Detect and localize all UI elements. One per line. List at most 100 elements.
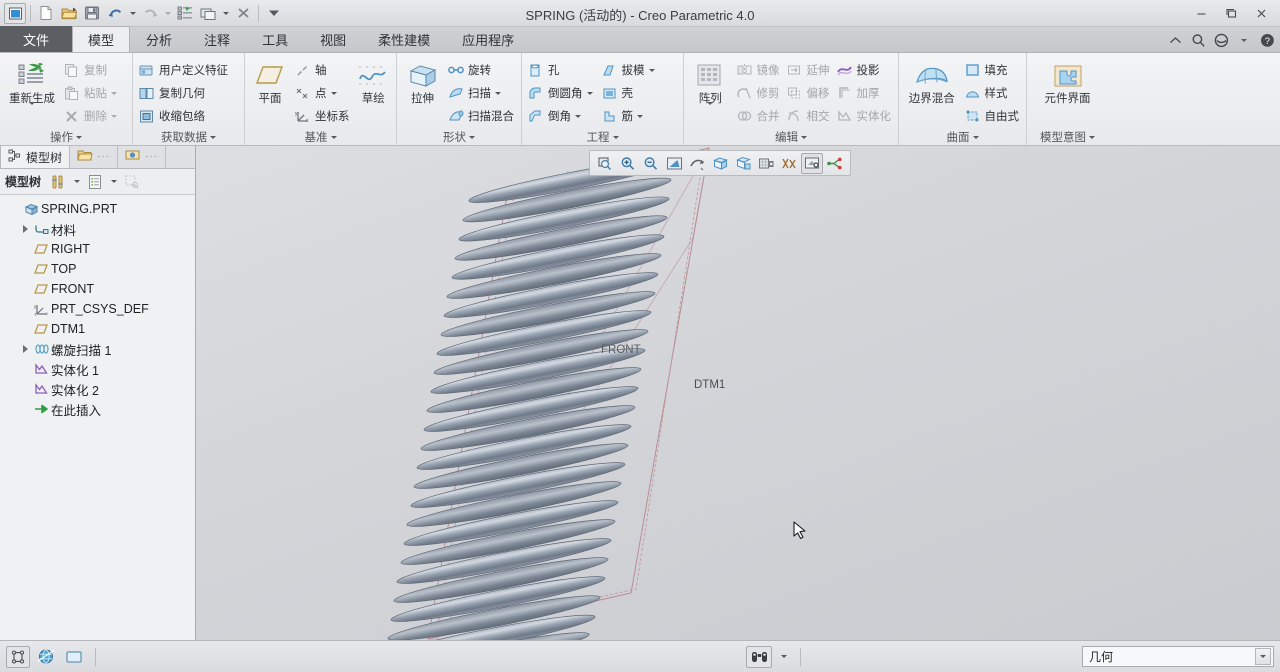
refresh-dropdown-icon[interactable]	[1235, 31, 1253, 49]
nav-tab-model-tree[interactable]: 模型树	[0, 145, 71, 168]
tree-settings-icon[interactable]	[85, 172, 105, 192]
trim-button[interactable]: 修剪	[734, 82, 784, 104]
datum-group-label[interactable]: 基准	[248, 129, 393, 145]
tab-file[interactable]: 文件	[0, 26, 73, 52]
sketch-button[interactable]: 草绘	[354, 58, 393, 105]
tree-item-dtm1[interactable]: DTM1	[4, 319, 195, 339]
tree-item-solidify-1[interactable]: 实体化 1	[4, 359, 195, 379]
tab-flexible-modeling[interactable]: 柔性建模	[362, 26, 446, 52]
sweep-button[interactable]: 扫描	[445, 82, 518, 104]
axis-button[interactable]: 轴	[292, 59, 354, 81]
style-button[interactable]: 样式	[962, 82, 1024, 104]
regenerate-dropdown-icon[interactable]	[29, 102, 35, 119]
paste-button[interactable]: 粘贴	[61, 82, 121, 104]
globe-icon[interactable]	[34, 646, 58, 668]
refit-icon[interactable]	[594, 153, 616, 174]
redo-dropdown-icon[interactable]	[162, 3, 173, 24]
chevron-down-icon[interactable]	[1255, 648, 1271, 665]
chamfer-button[interactable]: 倒角	[525, 105, 597, 127]
selection-filter-icon[interactable]	[6, 645, 30, 668]
model-intent-group-label[interactable]: 模型意图	[1030, 129, 1105, 145]
component-interface-button[interactable]: 元件界面	[1035, 58, 1101, 105]
nav-tab-folder-browser[interactable]: ···	[70, 145, 119, 168]
project-button[interactable]: 投影	[834, 59, 896, 81]
tree-item-front[interactable]: FRONT	[4, 279, 195, 299]
csys-button[interactable]: yx 坐标系	[292, 105, 354, 127]
new-file-icon[interactable]	[35, 3, 57, 24]
search-dropdown-icon[interactable]	[776, 646, 791, 668]
tab-applications[interactable]: 应用程序	[446, 26, 530, 52]
datum-plane-button[interactable]: 平面	[248, 58, 292, 105]
paste-dropdown-icon[interactable]	[111, 91, 117, 95]
scene-appearance-icon[interactable]	[755, 153, 777, 174]
binoculars-icon[interactable]	[746, 645, 772, 668]
display-style-icon[interactable]	[709, 153, 731, 174]
offset-button[interactable]: 偏移	[784, 82, 834, 104]
delete-dropdown-icon[interactable]	[111, 114, 117, 118]
point-dropdown-icon[interactable]	[330, 91, 337, 95]
engineering-group-label[interactable]: 工程	[525, 129, 680, 145]
tree-expander-material[interactable]	[18, 225, 32, 233]
round-button[interactable]: 倒圆角	[525, 82, 597, 104]
udf-button[interactable]: 用户定义特征	[136, 59, 232, 81]
app-menu-icon[interactable]	[4, 2, 26, 24]
window-icon[interactable]	[62, 646, 86, 668]
selection-filter-combo[interactable]: 几何	[1082, 646, 1274, 667]
graphics-window[interactable]: FRONT DTM1 RIGHT PRT_CSYS_DEF X Y Z	[196, 146, 1280, 654]
solidify-button[interactable]: 实体化	[834, 105, 896, 127]
open-folder-icon[interactable]	[58, 3, 80, 24]
surfaces-group-label[interactable]: 曲面	[902, 129, 1023, 145]
editing-group-label[interactable]: 编辑	[687, 129, 895, 145]
fill-button[interactable]: 填充	[962, 59, 1024, 81]
zoom-in-icon[interactable]	[617, 153, 639, 174]
boundary-blend-button[interactable]: 边界混合	[902, 58, 962, 105]
draft-dropdown-icon[interactable]	[648, 68, 655, 72]
round-dropdown-icon[interactable]	[586, 91, 593, 95]
tree-expander-helical[interactable]	[18, 345, 32, 353]
freestyle-button[interactable]: 自由式	[962, 105, 1024, 127]
saved-orientations-icon[interactable]	[686, 153, 708, 174]
rib-dropdown-icon[interactable]	[637, 114, 643, 118]
regenerate-icon[interactable]	[174, 3, 196, 24]
tab-tools[interactable]: 工具	[246, 26, 304, 52]
tree-item-material[interactable]: 材料	[4, 219, 195, 239]
get-data-group-label[interactable]: 获取数据	[136, 129, 241, 145]
mirror-button[interactable]: 镜像	[734, 59, 784, 81]
close-window-icon[interactable]	[232, 3, 254, 24]
tree-item-top[interactable]: TOP	[4, 259, 195, 279]
save-icon[interactable]	[81, 3, 103, 24]
repaint-icon[interactable]	[663, 153, 685, 174]
datum-display-icon[interactable]	[732, 153, 754, 174]
tree-item-right[interactable]: RIGHT	[4, 239, 195, 259]
sweep-dropdown-icon[interactable]	[495, 91, 501, 95]
rib-button[interactable]: 筋	[599, 105, 659, 127]
tree-item-solidify-2[interactable]: 实体化 2	[4, 379, 195, 399]
hole-button[interactable]: 孔	[525, 59, 597, 81]
pattern-dropdown-icon[interactable]	[707, 102, 714, 119]
copy-button[interactable]: 复制	[61, 59, 121, 81]
tree-display-icon[interactable]	[122, 172, 142, 192]
zoom-out-icon[interactable]	[640, 153, 662, 174]
tree-filters-dropdown-icon[interactable]	[71, 172, 82, 192]
minimize-button[interactable]	[1186, 3, 1216, 25]
tab-view[interactable]: 视图	[304, 26, 362, 52]
tree-item-prt-csys-def[interactable]: yxz PRT_CSYS_DEF	[4, 299, 195, 319]
nav-tab-favorites[interactable]: ···	[118, 145, 167, 168]
shapes-group-label[interactable]: 形状	[400, 129, 518, 145]
delete-button[interactable]: 删除	[61, 105, 121, 127]
tree-item-insert-here[interactable]: 在此插入	[4, 399, 195, 419]
tree-item-helical-sweep-1[interactable]: 螺旋扫描 1	[4, 339, 195, 359]
regenerate-button[interactable]: 重新生成	[3, 58, 61, 119]
extend-button[interactable]: 延伸	[784, 59, 834, 81]
annotation-display-icon[interactable]	[778, 153, 800, 174]
refresh-icon[interactable]	[1212, 31, 1230, 49]
shell-button[interactable]: 壳	[599, 82, 659, 104]
spin-center-icon[interactable]	[801, 152, 823, 174]
undo-icon[interactable]	[104, 3, 126, 24]
operations-group-label[interactable]: 操作	[3, 129, 129, 145]
redo-icon[interactable]	[139, 3, 161, 24]
search-icon[interactable]	[1189, 31, 1207, 49]
tab-analysis[interactable]: 分析	[130, 26, 188, 52]
extrude-button[interactable]: 拉伸	[400, 58, 445, 105]
tab-model[interactable]: 模型	[72, 26, 131, 52]
